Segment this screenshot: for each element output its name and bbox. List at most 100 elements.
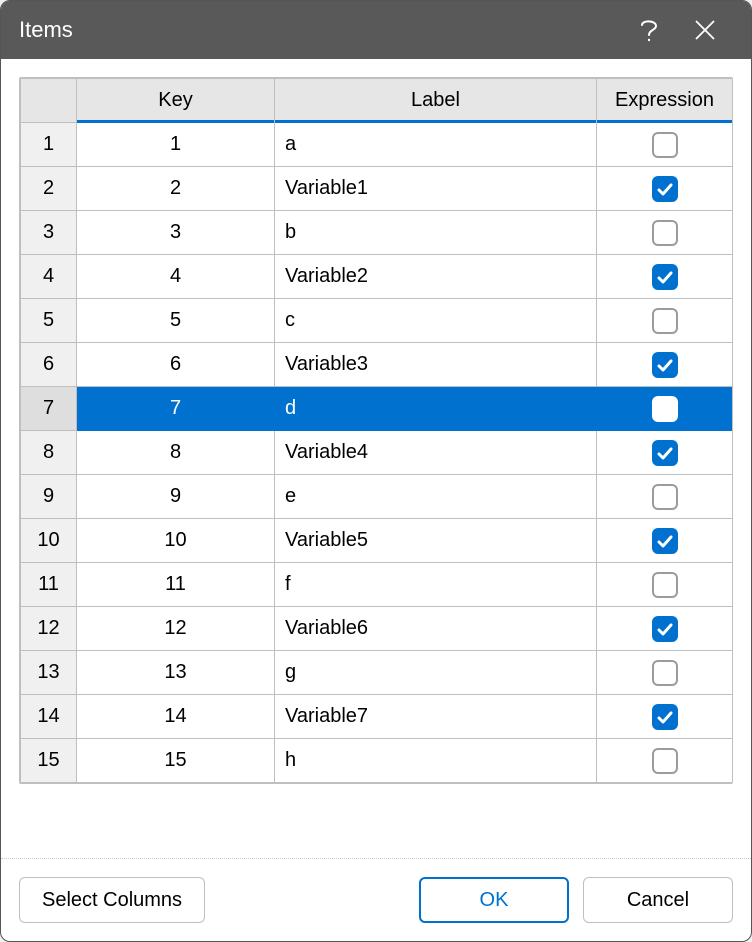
key-cell[interactable]: 2 xyxy=(77,167,275,211)
key-cell[interactable]: 6 xyxy=(77,343,275,387)
expression-checkbox[interactable] xyxy=(652,220,678,246)
label-cell[interactable]: c xyxy=(275,299,597,343)
label-cell[interactable]: e xyxy=(275,475,597,519)
table-row[interactable]: 66Variable3 xyxy=(21,343,733,387)
expression-cell[interactable] xyxy=(597,651,733,695)
row-number-cell[interactable]: 14 xyxy=(21,695,77,739)
label-cell[interactable]: a xyxy=(275,123,597,167)
expression-checkbox[interactable] xyxy=(652,704,678,730)
table-row[interactable]: 55c xyxy=(21,299,733,343)
cancel-button[interactable]: Cancel xyxy=(583,877,733,923)
expression-checkbox[interactable] xyxy=(652,132,678,158)
expression-checkbox[interactable] xyxy=(652,264,678,290)
label-cell[interactable]: Variable5 xyxy=(275,519,597,563)
label-cell[interactable]: Variable7 xyxy=(275,695,597,739)
expression-checkbox[interactable] xyxy=(652,528,678,554)
close-button[interactable] xyxy=(677,1,733,59)
expression-cell[interactable] xyxy=(597,255,733,299)
expression-cell[interactable] xyxy=(597,563,733,607)
expression-cell[interactable] xyxy=(597,431,733,475)
table-row[interactable]: 44Variable2 xyxy=(21,255,733,299)
expression-cell[interactable] xyxy=(597,695,733,739)
key-cell[interactable]: 14 xyxy=(77,695,275,739)
table-row[interactable]: 1515h xyxy=(21,739,733,783)
row-number-cell[interactable]: 4 xyxy=(21,255,77,299)
expression-checkbox[interactable] xyxy=(652,748,678,774)
key-cell[interactable]: 12 xyxy=(77,607,275,651)
row-number-cell[interactable]: 12 xyxy=(21,607,77,651)
label-cell[interactable]: Variable3 xyxy=(275,343,597,387)
table-row[interactable]: 99e xyxy=(21,475,733,519)
key-cell[interactable]: 11 xyxy=(77,563,275,607)
key-cell[interactable]: 10 xyxy=(77,519,275,563)
label-cell[interactable]: g xyxy=(275,651,597,695)
row-number-cell[interactable]: 15 xyxy=(21,739,77,783)
label-cell[interactable]: Variable4 xyxy=(275,431,597,475)
label-cell[interactable]: f xyxy=(275,563,597,607)
table-row[interactable]: 1212Variable6 xyxy=(21,607,733,651)
expression-cell[interactable] xyxy=(597,519,733,563)
key-cell[interactable]: 4 xyxy=(77,255,275,299)
expression-cell[interactable] xyxy=(597,167,733,211)
expression-cell[interactable] xyxy=(597,299,733,343)
row-number-cell[interactable]: 6 xyxy=(21,343,77,387)
key-cell[interactable]: 9 xyxy=(77,475,275,519)
column-header-key[interactable]: Key xyxy=(77,79,275,123)
expression-cell[interactable] xyxy=(597,607,733,651)
label-cell[interactable]: h xyxy=(275,739,597,783)
row-number-cell[interactable]: 13 xyxy=(21,651,77,695)
key-cell[interactable]: 13 xyxy=(77,651,275,695)
key-cell[interactable]: 3 xyxy=(77,211,275,255)
table-row[interactable]: 1313g xyxy=(21,651,733,695)
column-header-label[interactable]: Label xyxy=(275,79,597,123)
table-row[interactable]: 1414Variable7 xyxy=(21,695,733,739)
label-cell[interactable]: d xyxy=(275,387,597,431)
key-cell[interactable]: 15 xyxy=(77,739,275,783)
key-cell[interactable]: 7 xyxy=(77,387,275,431)
row-number-cell[interactable]: 8 xyxy=(21,431,77,475)
table-row[interactable]: 1111f xyxy=(21,563,733,607)
key-cell[interactable]: 1 xyxy=(77,123,275,167)
expression-cell[interactable] xyxy=(597,343,733,387)
table-row[interactable]: 11a xyxy=(21,123,733,167)
select-columns-button[interactable]: Select Columns xyxy=(19,877,205,923)
expression-cell[interactable] xyxy=(597,739,733,783)
column-header-rownum[interactable] xyxy=(21,79,77,123)
column-header-expression[interactable]: Expression xyxy=(597,79,733,123)
expression-cell[interactable] xyxy=(597,475,733,519)
key-cell[interactable]: 5 xyxy=(77,299,275,343)
table-row[interactable]: 77d xyxy=(21,387,733,431)
label-cell[interactable]: b xyxy=(275,211,597,255)
row-number-cell[interactable]: 1 xyxy=(21,123,77,167)
row-number-cell[interactable]: 5 xyxy=(21,299,77,343)
expression-checkbox[interactable] xyxy=(652,616,678,642)
table-row[interactable]: 1010Variable5 xyxy=(21,519,733,563)
label-cell[interactable]: Variable6 xyxy=(275,607,597,651)
row-number-cell[interactable]: 11 xyxy=(21,563,77,607)
expression-cell[interactable] xyxy=(597,387,733,431)
row-number-cell[interactable]: 3 xyxy=(21,211,77,255)
table-row[interactable]: 22Variable1 xyxy=(21,167,733,211)
label-cell[interactable]: Variable2 xyxy=(275,255,597,299)
label-cell[interactable]: Variable1 xyxy=(275,167,597,211)
expression-checkbox[interactable] xyxy=(652,572,678,598)
table-row[interactable]: 88Variable4 xyxy=(21,431,733,475)
close-icon xyxy=(694,19,716,41)
ok-button[interactable]: OK xyxy=(419,877,569,923)
row-number-cell[interactable]: 7 xyxy=(21,387,77,431)
expression-checkbox[interactable] xyxy=(652,440,678,466)
expression-checkbox[interactable] xyxy=(652,396,678,422)
expression-checkbox[interactable] xyxy=(652,308,678,334)
key-cell[interactable]: 8 xyxy=(77,431,275,475)
row-number-cell[interactable]: 9 xyxy=(21,475,77,519)
row-number-cell[interactable]: 10 xyxy=(21,519,77,563)
row-number-cell[interactable]: 2 xyxy=(21,167,77,211)
table-row[interactable]: 33b xyxy=(21,211,733,255)
expression-cell[interactable] xyxy=(597,211,733,255)
expression-checkbox[interactable] xyxy=(652,660,678,686)
expression-checkbox[interactable] xyxy=(652,176,678,202)
expression-checkbox[interactable] xyxy=(652,484,678,510)
help-button[interactable] xyxy=(621,1,677,59)
expression-cell[interactable] xyxy=(597,123,733,167)
expression-checkbox[interactable] xyxy=(652,352,678,378)
